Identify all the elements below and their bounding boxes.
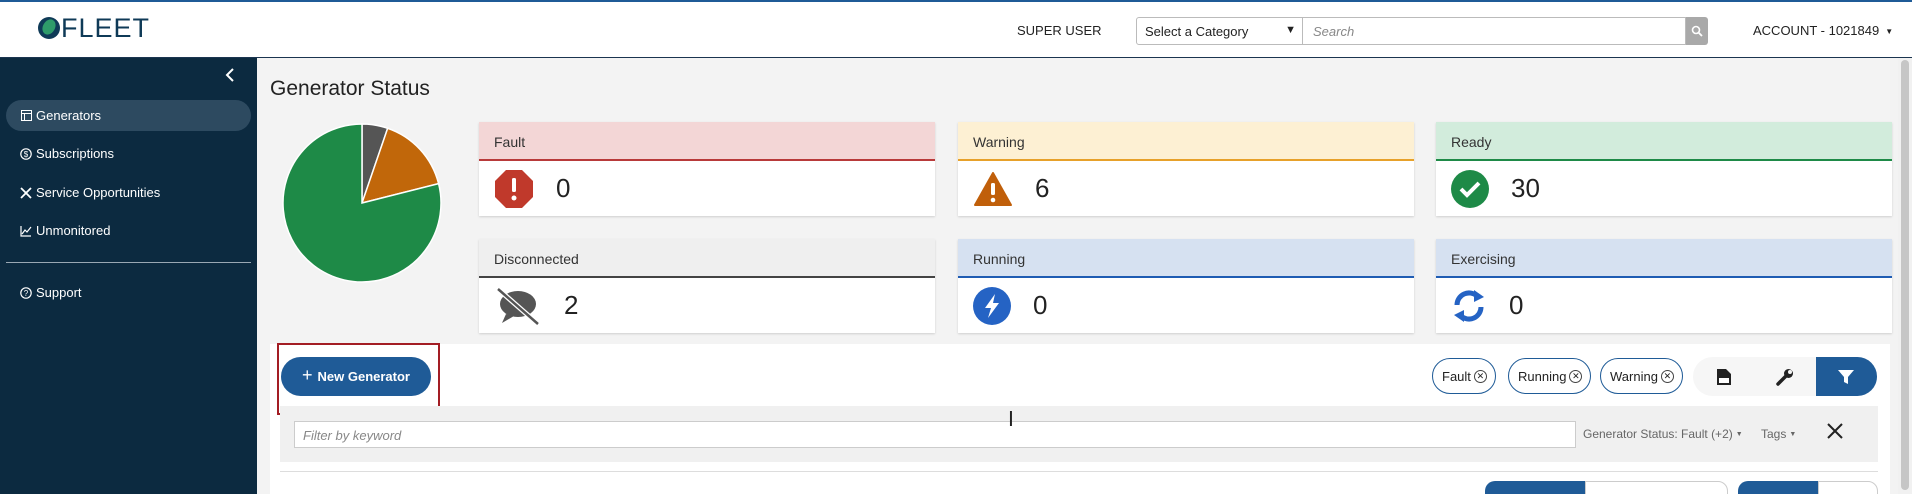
filter-chip-running[interactable]: Running ✕	[1508, 358, 1592, 394]
svg-text:?: ?	[24, 289, 29, 298]
account-menu[interactable]: ACCOUNT - 1021849 ▼	[1753, 23, 1893, 38]
filter-toggle-button[interactable]	[1815, 357, 1877, 396]
new-generator-label: New Generator	[317, 369, 410, 384]
export-csv-button[interactable]	[1693, 357, 1754, 396]
sidebar-item-unmonitored[interactable]: Unmonitored	[6, 215, 251, 246]
filter-chip-fault[interactable]: Fault ✕	[1432, 358, 1496, 394]
category-select[interactable]: Select a Category ▼	[1136, 17, 1303, 45]
new-generator-button[interactable]: + New Generator	[281, 357, 431, 396]
tools-icon	[20, 186, 32, 199]
warning-triangle-icon	[974, 171, 1012, 206]
status-count: 0	[1509, 290, 1524, 320]
filter-chip-warning[interactable]: Warning ✕	[1600, 358, 1683, 394]
globe-logo-icon	[38, 17, 60, 39]
status-card-disconnected[interactable]: Disconnected 2	[479, 239, 935, 333]
page-size-toggle-left[interactable]	[1738, 481, 1818, 494]
sidebar-item-subscriptions[interactable]: $ Subscriptions	[6, 138, 251, 169]
dollar-icon: $	[20, 147, 32, 160]
card-title: Warning	[958, 122, 1414, 161]
status-card-running[interactable]: Running 0	[958, 239, 1414, 333]
page-size-toggle-right[interactable]	[1818, 481, 1878, 494]
logo-text: FLEET	[61, 13, 151, 43]
collapse-sidebar-icon[interactable]	[225, 68, 235, 87]
scrollbar-thumb[interactable]	[1901, 60, 1909, 490]
search-button[interactable]	[1686, 17, 1708, 45]
status-card-ready[interactable]: Ready 30	[1436, 122, 1892, 216]
page-title: Generator Status	[270, 77, 430, 100]
card-title: Running	[958, 239, 1414, 278]
search-input[interactable]: Search	[1302, 17, 1686, 45]
sidebar-item-generators[interactable]: Generators	[6, 100, 251, 131]
close-circle-icon[interactable]: ✕	[1473, 369, 1487, 383]
chip-label: Running	[1518, 368, 1567, 384]
tags-label: Tags	[1761, 427, 1787, 441]
check-circle-icon	[1451, 169, 1489, 208]
service-tools-button[interactable]	[1754, 357, 1815, 396]
tags-dropdown[interactable]: Tags ▼	[1761, 427, 1796, 441]
caret-down-icon: ▼	[1885, 27, 1894, 37]
bolt-circle-icon	[973, 286, 1011, 325]
divider	[280, 471, 1878, 472]
view-button-group	[1693, 357, 1877, 396]
sidebar-item-service-opportunities[interactable]: Service Opportunities	[6, 177, 251, 208]
view-toggle-right[interactable]	[1585, 481, 1728, 494]
status-count: 2	[564, 290, 579, 320]
caret-down-icon: ▼	[1735, 431, 1743, 439]
category-select-value: Select a Category	[1145, 24, 1249, 39]
exclamation-octagon-icon	[495, 169, 533, 208]
text-cursor-icon: I	[1008, 407, 1014, 431]
chip-label: Warning	[1610, 368, 1658, 384]
view-toggle-left[interactable]	[1485, 481, 1585, 494]
clear-filters-icon[interactable]	[1826, 421, 1844, 445]
filter-icon	[1838, 369, 1855, 384]
question-icon: ?	[20, 286, 32, 299]
csv-file-icon	[1716, 368, 1731, 385]
account-label: ACCOUNT - 1021849	[1753, 23, 1880, 38]
search-icon	[1691, 25, 1703, 37]
sidebar-item-label: Unmonitored	[36, 223, 111, 238]
card-title: Exercising	[1436, 239, 1892, 278]
sidebar: Generators $ Subscriptions Service Oppor…	[0, 58, 257, 494]
sidebar-item-label: Support	[36, 285, 82, 300]
sync-icon	[1454, 289, 1484, 322]
close-circle-icon[interactable]: ✕	[1660, 369, 1674, 383]
sidebar-item-label: Service Opportunities	[36, 185, 161, 200]
status-count: 0	[556, 173, 571, 203]
card-title: Disconnected	[479, 239, 935, 278]
generator-status-dropdown[interactable]: Generator Status: Fault (+2) ▼	[1583, 427, 1743, 441]
status-count: 30	[1511, 173, 1540, 203]
sidebar-divider	[6, 262, 251, 263]
comment-slash-icon	[496, 286, 540, 326]
status-pie-chart	[282, 123, 442, 283]
status-count: 6	[1035, 173, 1050, 203]
svg-text:$: $	[24, 150, 29, 159]
keyword-filter-input[interactable]: Filter by keyword	[294, 421, 1576, 448]
list-icon	[20, 110, 32, 122]
sidebar-item-support[interactable]: ? Support	[6, 277, 251, 308]
chevron-down-icon: ▼	[1285, 24, 1296, 36]
fleet-logo[interactable]: FLEET	[38, 13, 151, 43]
close-circle-icon[interactable]: ✕	[1569, 369, 1583, 383]
card-title: Ready	[1436, 122, 1892, 161]
plus-icon: +	[302, 365, 313, 385]
top-bar: FLEET SUPER USER Select a Category ▼ Sea…	[0, 0, 1912, 58]
status-card-fault[interactable]: Fault 0	[479, 122, 935, 216]
status-card-exercising[interactable]: Exercising 0	[1436, 239, 1892, 333]
sidebar-item-label: Subscriptions	[36, 146, 115, 161]
generator-status-label: Generator Status: Fault (+2)	[1583, 427, 1733, 441]
caret-down-icon: ▼	[1789, 431, 1797, 439]
sidebar-item-label: Generators	[36, 108, 102, 123]
user-role-label: SUPER USER	[1017, 23, 1102, 38]
status-count: 0	[1033, 290, 1048, 320]
chart-line-icon	[20, 225, 32, 237]
chip-label: Fault	[1442, 368, 1471, 384]
wrench-icon	[1776, 368, 1793, 386]
status-card-warning[interactable]: Warning 6	[958, 122, 1414, 216]
card-title: Fault	[479, 122, 935, 161]
